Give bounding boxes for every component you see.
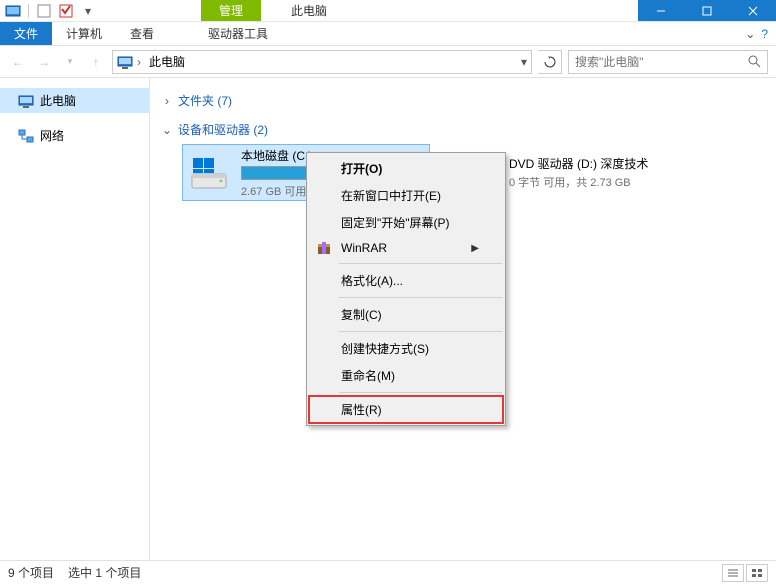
nav-recent-dropdown[interactable]: ▾	[60, 52, 80, 72]
view-tiles-button[interactable]	[746, 564, 768, 582]
breadcrumb-this-pc[interactable]: 此电脑	[145, 53, 189, 70]
tab-file[interactable]: 文件	[0, 22, 52, 45]
menu-open[interactable]: 打开(O)	[309, 155, 503, 182]
sidebar-item-this-pc[interactable]: 此电脑	[0, 88, 149, 113]
group-header-folders[interactable]: › 文件夹 (7)	[162, 86, 764, 115]
drive-name: DVD 驱动器 (D:) 深度技术	[509, 155, 693, 172]
minimize-button[interactable]	[638, 0, 684, 21]
search-box[interactable]	[568, 50, 768, 74]
menu-properties[interactable]: 属性(R)	[309, 396, 503, 423]
menu-open-new-window[interactable]: 在新窗口中打开(E)	[309, 182, 503, 209]
body: 此电脑 网络 › 文件夹 (7) ⌄ 设备和驱动器 (2) 本地磁盘 (C:	[0, 78, 776, 560]
ribbon-tabs: 文件 计算机 查看 驱动器工具 ⌄ ?	[0, 22, 776, 46]
group-label: 设备和驱动器 (2)	[178, 121, 268, 138]
ribbon-context-tab-manage[interactable]: 管理	[201, 0, 261, 21]
address-dropdown-icon[interactable]: ▾	[521, 55, 527, 69]
content-pane: › 文件夹 (7) ⌄ 设备和驱动器 (2) 本地磁盘 (C:) 2.67 GB…	[150, 78, 776, 560]
hdd-icon	[187, 151, 231, 195]
navbar: ← → ▾ ↑ › 此电脑 ▾	[0, 46, 776, 78]
chevron-right-icon: ›	[162, 94, 172, 108]
maximize-button[interactable]	[684, 0, 730, 21]
quick-access-toolbar: ▾	[0, 0, 101, 21]
winrar-icon	[315, 239, 333, 257]
status-selection-count: 选中 1 个项目	[68, 564, 141, 581]
breadcrumb-sep[interactable]: ›	[137, 55, 141, 69]
status-item-count: 9 个项目	[8, 564, 54, 581]
pc-icon	[117, 54, 133, 70]
tab-computer[interactable]: 计算机	[52, 22, 116, 45]
statusbar: 9 个项目 选中 1 个项目	[0, 560, 776, 584]
window-controls	[638, 0, 776, 21]
menu-copy[interactable]: 复制(C)	[309, 301, 503, 328]
close-button[interactable]	[730, 0, 776, 21]
system-icon[interactable]	[4, 2, 22, 20]
ribbon-help-icon[interactable]: ?	[761, 27, 768, 41]
menu-format[interactable]: 格式化(A)...	[309, 267, 503, 294]
menu-create-shortcut[interactable]: 创建快捷方式(S)	[309, 335, 503, 362]
tab-drive-tools[interactable]: 驱动器工具	[194, 22, 282, 45]
submenu-arrow-icon: ▶	[471, 243, 479, 254]
address-bar[interactable]: › 此电脑 ▾	[112, 50, 532, 74]
ribbon-expand-icon[interactable]: ⌄	[745, 27, 755, 41]
menu-winrar[interactable]: WinRAR ▶	[309, 236, 503, 260]
sidebar-item-label: 网络	[40, 127, 64, 144]
window-title: 此电脑	[261, 0, 357, 21]
titlebar: ▾ 管理 此电脑	[0, 0, 776, 22]
sidebar-item-label: 此电脑	[40, 92, 76, 109]
menu-separator	[339, 263, 502, 264]
qat-dropdown-icon[interactable]: ▾	[79, 2, 97, 20]
group-label: 文件夹 (7)	[178, 92, 232, 109]
sidebar: 此电脑 网络	[0, 78, 150, 560]
qat-properties-icon[interactable]	[57, 2, 75, 20]
pc-icon	[18, 93, 34, 109]
menu-separator	[339, 392, 502, 393]
nav-back-button[interactable]: ←	[8, 52, 28, 72]
search-icon[interactable]	[748, 55, 761, 68]
qat-new-icon[interactable]	[35, 2, 53, 20]
view-details-button[interactable]	[722, 564, 744, 582]
drive-status: 0 字节 可用，共 2.73 GB	[509, 174, 693, 190]
menu-pin-to-start[interactable]: 固定到"开始"屏幕(P)	[309, 209, 503, 236]
nav-forward-button[interactable]: →	[34, 52, 54, 72]
network-icon	[18, 128, 34, 144]
context-menu: 打开(O) 在新窗口中打开(E) 固定到"开始"屏幕(P) WinRAR ▶ 格…	[306, 152, 506, 426]
nav-up-button[interactable]: ↑	[86, 52, 106, 72]
sidebar-item-network[interactable]: 网络	[0, 123, 149, 148]
refresh-button[interactable]	[538, 50, 562, 74]
menu-separator	[339, 331, 502, 332]
search-input[interactable]	[575, 55, 748, 69]
group-header-devices[interactable]: ⌄ 设备和驱动器 (2)	[162, 115, 764, 144]
menu-rename[interactable]: 重命名(M)	[309, 362, 503, 389]
chevron-down-icon: ⌄	[162, 123, 172, 137]
tab-view[interactable]: 查看	[116, 22, 168, 45]
menu-separator	[339, 297, 502, 298]
